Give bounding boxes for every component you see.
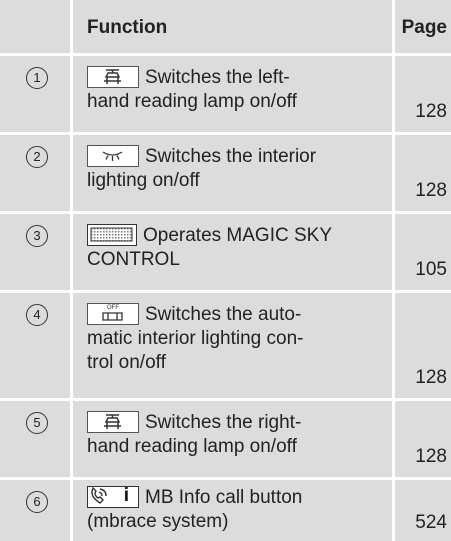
row-text-rest: matic interior lighting con-	[87, 328, 304, 349]
row-text-rest2: trol on/off	[87, 352, 166, 373]
row-text-first: Switches the interior	[145, 146, 317, 167]
header-page: Page	[395, 0, 451, 53]
row-text-rest: CONTROL	[87, 249, 180, 270]
row-page: 128	[415, 446, 447, 467]
info-glyph: i	[123, 485, 129, 506]
row-number: 4	[26, 304, 48, 326]
reading-lamp-icon	[87, 411, 139, 433]
row-text-rest: hand reading lamp on/off	[87, 436, 297, 457]
row-text-first: Switches the right-	[145, 412, 302, 433]
table-row: 3 Operates MAGIC SKY CONTROL 105	[0, 214, 451, 293]
row-number: 2	[26, 146, 48, 168]
function-table: Function Page 1 Switches the left- hand …	[0, 0, 451, 541]
magic-sky-icon	[87, 224, 137, 246]
row-number: 3	[26, 225, 48, 247]
row-page: 105	[415, 259, 447, 280]
header-function: Function	[73, 0, 395, 53]
row-text-first: MB Info call button	[145, 487, 303, 508]
row-text-first: Switches the auto-	[145, 304, 302, 325]
reading-lamp-icon	[87, 66, 139, 88]
row-page: 128	[415, 101, 447, 122]
row-text-first: Operates MAGIC SKY	[143, 225, 333, 246]
table-row: 1 Switches the left- hand reading lamp o…	[0, 56, 451, 135]
row-text-rest: hand reading lamp on/off	[87, 91, 297, 112]
header-number-cell	[0, 0, 73, 53]
table-row: 5 Switches the right- hand reading lamp …	[0, 401, 451, 480]
row-number: 1	[26, 67, 48, 89]
table-row: 6 i MB Info call button (mbrace system) …	[0, 480, 451, 541]
row-page: 128	[415, 180, 447, 201]
phone-info-icon: i	[87, 485, 139, 508]
row-page: 128	[415, 367, 447, 388]
table-row: 2 Switches the interior lighting on/off …	[0, 135, 451, 214]
row-page: 524	[415, 512, 447, 533]
table-row: 4 OFF Switches the auto- matic interior …	[0, 293, 451, 401]
row-number: 6	[26, 491, 48, 513]
table-header: Function Page	[0, 0, 451, 56]
interior-light-icon	[87, 145, 139, 167]
icon-off-label: OFF	[107, 305, 119, 311]
row-text-rest: (mbrace system)	[87, 511, 229, 532]
row-text-first: Switches the left-	[145, 67, 290, 88]
row-number: 5	[26, 412, 48, 434]
row-text-rest: lighting on/off	[87, 170, 200, 191]
auto-interior-light-off-icon: OFF	[87, 303, 139, 325]
